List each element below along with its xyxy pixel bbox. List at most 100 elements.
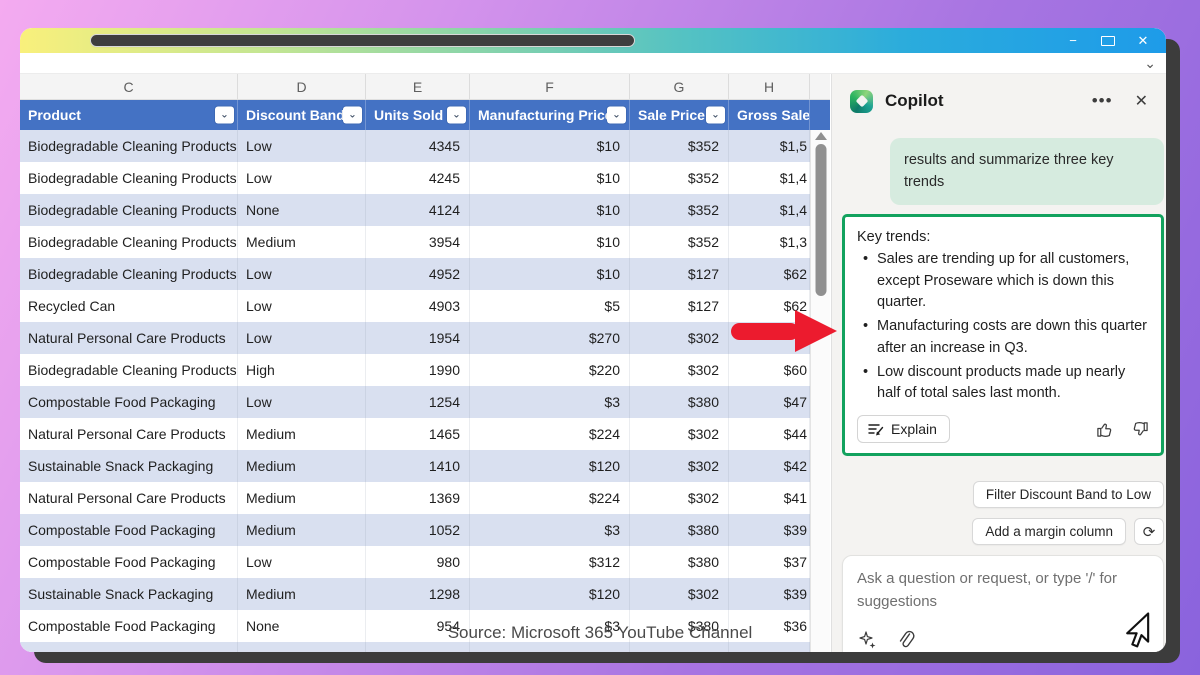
header-units-sold[interactable]: Units Sold ⌄ [366, 100, 470, 130]
filter-dropdown-icon[interactable]: ⌄ [607, 107, 626, 124]
cell-units-sold[interactable]: 4903 [366, 290, 470, 322]
cell-manufacturing-price[interactable]: $270 [470, 322, 630, 354]
cell-product[interactable]: Biodegradable Cleaning Products [20, 258, 238, 290]
cell-sale-price[interactable]: $127 [630, 290, 729, 322]
header-product[interactable]: Product ⌄ [20, 100, 238, 130]
cell-units-sold[interactable]: 3954 [366, 226, 470, 258]
cell-discount-band[interactable]: Low [238, 290, 366, 322]
cell-gross-sales[interactable]: $39 [729, 578, 810, 610]
cell-product[interactable]: Compostable Food Packaging [20, 610, 238, 642]
sheet-scrollbar[interactable] [810, 130, 830, 652]
cell-product[interactable]: Compostable Food Packaging [20, 514, 238, 546]
cell-product[interactable]: Natural Personal Care Products [20, 482, 238, 514]
cell-gross-sales[interactable]: $1,3 [729, 226, 810, 258]
cell-sale-price[interactable]: $302 [630, 450, 729, 482]
cell-manufacturing-price[interactable]: $10 [470, 226, 630, 258]
header-manufacturing-price[interactable]: Manufacturing Price ⌄ [470, 100, 630, 130]
cell-units-sold[interactable]: 1052 [366, 514, 470, 546]
cell-sale-price[interactable]: $127 [630, 258, 729, 290]
cell-product[interactable]: Sustainable Snack Packaging [20, 450, 238, 482]
column-letter-g[interactable]: G [630, 74, 729, 99]
cell-sale-price[interactable]: $380 [630, 514, 729, 546]
cell-discount-band[interactable]: Low [238, 258, 366, 290]
cell-product[interactable]: Biodegradable Cleaning Products [20, 226, 238, 258]
column-letter-e[interactable]: E [366, 74, 470, 99]
cell-units-sold[interactable]: 1990 [366, 354, 470, 386]
cell-discount-band[interactable]: Medium [238, 226, 366, 258]
cell-gross-sales[interactable]: $42 [729, 450, 810, 482]
cell-manufacturing-price[interactable]: $10 [470, 194, 630, 226]
cell-manufacturing-price[interactable]: $224 [470, 482, 630, 514]
cell-product[interactable]: Biodegradable Cleaning Products [20, 354, 238, 386]
cell-gross-sales[interactable]: $37 [729, 546, 810, 578]
cell-sale-price[interactable]: $302 [630, 354, 729, 386]
cell-manufacturing-price[interactable]: $110 [470, 642, 630, 652]
cell-discount-band[interactable]: Low [238, 642, 366, 652]
cell-gross-sales[interactable]: $62 [729, 258, 810, 290]
filter-dropdown-icon[interactable]: ⌄ [447, 107, 466, 124]
cell-gross-sales[interactable]: $39 [729, 514, 810, 546]
close-panel-icon[interactable]: ✕ [1135, 91, 1148, 111]
cell-sale-price[interactable]: $302 [630, 418, 729, 450]
cell-sale-price[interactable]: $107 [630, 642, 729, 652]
cell-units-sold[interactable]: 4124 [366, 194, 470, 226]
cell-product[interactable]: Compostable Food Packaging [20, 386, 238, 418]
cell-discount-band[interactable]: High [238, 354, 366, 386]
cell-product[interactable]: Biodegradable Cleaning Products [20, 642, 238, 652]
cell-units-sold[interactable]: 1410 [366, 450, 470, 482]
cell-units-sold[interactable]: 4245 [366, 162, 470, 194]
cell-sale-price[interactable]: $302 [630, 578, 729, 610]
cell-product[interactable]: Biodegradable Cleaning Products [20, 194, 238, 226]
cell-discount-band[interactable]: Medium [238, 514, 366, 546]
column-letter-d[interactable]: D [238, 74, 366, 99]
header-sale-price[interactable]: Sale Price ⌄ [630, 100, 729, 130]
close-window-button[interactable]: ✕ [1136, 34, 1150, 47]
column-letter-c[interactable]: C [20, 74, 238, 99]
cell-manufacturing-price[interactable]: $5 [470, 290, 630, 322]
cell-discount-band[interactable]: Low [238, 386, 366, 418]
cell-manufacturing-price[interactable]: $224 [470, 418, 630, 450]
cell-gross-sales[interactable]: $47 [729, 386, 810, 418]
cell-sale-price[interactable]: $302 [630, 322, 729, 354]
suggestion-filter-discount[interactable]: Filter Discount Band to Low [973, 481, 1164, 508]
attach-paperclip-icon[interactable] [897, 630, 915, 650]
cell-manufacturing-price[interactable]: $3 [470, 514, 630, 546]
cell-discount-band[interactable]: Medium [238, 418, 366, 450]
filter-dropdown-icon[interactable]: ⌄ [343, 107, 362, 124]
cell-manufacturing-price[interactable]: $220 [470, 354, 630, 386]
cell-sale-price[interactable]: $380 [630, 546, 729, 578]
cell-manufacturing-price[interactable]: $3 [470, 386, 630, 418]
cell-product[interactable]: Natural Personal Care Products [20, 322, 238, 354]
cell-units-sold[interactable]: 1954 [366, 322, 470, 354]
cell-units-sold[interactable]: 1465 [366, 418, 470, 450]
thumbs-up-icon[interactable] [1096, 420, 1115, 439]
filter-dropdown-icon[interactable]: ⌄ [706, 107, 725, 124]
cell-gross-sales[interactable]: $1,4 [729, 194, 810, 226]
cell-manufacturing-price[interactable]: $120 [470, 578, 630, 610]
cell-manufacturing-price[interactable]: $312 [470, 546, 630, 578]
minimize-button[interactable]: − [1066, 34, 1080, 47]
scrollbar-thumb[interactable] [815, 144, 826, 296]
copilot-input[interactable]: Ask a question or request, or type '/' f… [842, 555, 1164, 652]
cell-discount-band[interactable]: None [238, 194, 366, 226]
filter-dropdown-icon[interactable]: ⌄ [215, 107, 234, 124]
cell-sale-price[interactable]: $352 [630, 194, 729, 226]
cell-product[interactable]: Biodegradable Cleaning Products [20, 162, 238, 194]
cell-manufacturing-price[interactable]: $10 [470, 162, 630, 194]
cell-sale-price[interactable]: $352 [630, 226, 729, 258]
cell-manufacturing-price[interactable]: $10 [470, 130, 630, 162]
column-letter-h[interactable]: H [729, 74, 810, 99]
cell-discount-band[interactable]: Low [238, 322, 366, 354]
cell-units-sold[interactable]: 4345 [366, 130, 470, 162]
scroll-up-icon[interactable] [815, 132, 827, 140]
cell-product[interactable]: Natural Personal Care Products [20, 418, 238, 450]
suggestion-add-margin[interactable]: Add a margin column [972, 518, 1126, 545]
cell-product[interactable]: Biodegradable Cleaning Products [20, 130, 238, 162]
header-discount-band[interactable]: Discount Band ⌄ [238, 100, 366, 130]
cell-units-sold[interactable]: 1254 [366, 386, 470, 418]
column-letter-f[interactable]: F [470, 74, 630, 99]
cell-gross-sales[interactable]: $60 [729, 354, 810, 386]
cell-gross-sales[interactable]: $1,5 [729, 130, 810, 162]
thumbs-down-icon[interactable] [1130, 420, 1149, 439]
cell-discount-band[interactable]: Medium [238, 482, 366, 514]
